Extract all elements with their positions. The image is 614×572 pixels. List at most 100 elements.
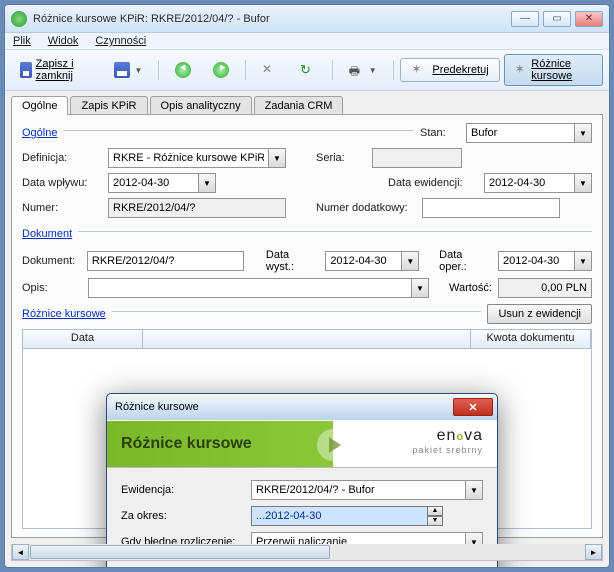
refresh-button[interactable] bbox=[291, 58, 325, 82]
save-close-button[interactable]: Zapisz i zamknij bbox=[11, 58, 101, 82]
group-ogolne: Ogólne bbox=[22, 127, 57, 139]
data-wplywu-field[interactable]: ▼ bbox=[108, 173, 216, 193]
label-dokument: Dokument: bbox=[22, 255, 81, 267]
dialog-ewidencja-input[interactable] bbox=[251, 480, 465, 500]
tools-button[interactable] bbox=[253, 58, 287, 82]
label-data-ewidencji: Data ewidencji: bbox=[388, 177, 478, 189]
numer-input bbox=[108, 198, 286, 218]
usun-z-ewidencji-button[interactable]: Usun z ewidencji bbox=[487, 304, 592, 324]
stan-dropdown-button[interactable]: ▼ bbox=[574, 123, 592, 143]
label-wartosc: Wartość: bbox=[449, 282, 492, 294]
play-icon bbox=[317, 429, 349, 461]
label-stan: Stan: bbox=[420, 127, 460, 139]
dialog-za-okres-input[interactable] bbox=[251, 506, 427, 526]
definicja-field[interactable]: ▼ bbox=[108, 148, 286, 168]
tab-opis-analityczny[interactable]: Opis analityczny bbox=[150, 96, 252, 115]
data-ewidencji-field[interactable]: ▼ bbox=[484, 173, 592, 193]
data-wyst-input[interactable] bbox=[325, 251, 401, 271]
tab-ogolne[interactable]: Ogólne bbox=[11, 96, 68, 115]
gear-icon-2 bbox=[515, 62, 527, 78]
seria-input bbox=[372, 148, 462, 168]
label-opis: Opis: bbox=[22, 282, 82, 294]
predekretuj-label: Predekretuj bbox=[432, 64, 488, 76]
wartosc-input bbox=[498, 278, 592, 298]
label-data-wplywu: Data wpływu: bbox=[22, 177, 102, 189]
menu-file[interactable]: Plik bbox=[13, 35, 31, 47]
print-icon bbox=[349, 62, 365, 78]
dialog-label-za-okres: Za okres: bbox=[121, 510, 251, 522]
label-seria: Seria: bbox=[316, 152, 366, 164]
titlebar: Różnice kursowe KPiR: RKRE/2012/04/? - B… bbox=[5, 5, 609, 33]
scroll-thumb[interactable] bbox=[30, 545, 330, 559]
roznice-label: Różnice kursowe bbox=[531, 58, 592, 82]
roznice-kursowe-button[interactable]: Różnice kursowe bbox=[504, 54, 603, 86]
col-kwota[interactable]: Kwota dokumentu bbox=[471, 330, 591, 348]
dialog-ewidencja-dropdown-button[interactable]: ▼ bbox=[465, 480, 483, 500]
brand-sub: pakiet srebrny bbox=[412, 445, 483, 455]
back-button[interactable] bbox=[166, 58, 200, 82]
maximize-button[interactable]: ▭ bbox=[543, 11, 571, 27]
definicja-input[interactable] bbox=[108, 148, 268, 168]
tab-panel-ogolne: Ogólne Stan: ▼ Definicja: ▼ Seria: Data … bbox=[11, 114, 603, 538]
opis-dropdown-button[interactable]: ▼ bbox=[411, 278, 429, 298]
forward-button[interactable] bbox=[204, 58, 238, 82]
data-ewidencji-dropdown-button[interactable]: ▼ bbox=[574, 173, 592, 193]
app-icon bbox=[11, 11, 27, 27]
data-wyst-field[interactable]: ▼ bbox=[325, 251, 419, 271]
dokument-input[interactable] bbox=[87, 251, 244, 271]
print-button[interactable]: ▼ bbox=[340, 58, 386, 82]
dialog-ewidencja-field[interactable]: ▼ bbox=[251, 480, 483, 500]
tab-zadania-crm[interactable]: Zadania CRM bbox=[254, 96, 344, 115]
stan-input[interactable] bbox=[466, 123, 574, 143]
stan-field[interactable]: ▼ bbox=[466, 123, 592, 143]
dialog-banner: Różnice kursowe enova pakiet srebrny bbox=[107, 420, 497, 468]
menu-actions[interactable]: Czynności bbox=[95, 35, 146, 47]
dialog-titlebar: Różnice kursowe ✕ bbox=[107, 394, 497, 420]
group-dokument: Dokument bbox=[22, 228, 72, 240]
minimize-button[interactable]: — bbox=[511, 11, 539, 27]
label-data-wyst: Data wyst.: bbox=[266, 249, 319, 273]
data-oper-input[interactable] bbox=[498, 251, 574, 271]
save-button[interactable]: ▼ bbox=[105, 58, 151, 82]
col-data[interactable]: Data bbox=[23, 330, 143, 348]
label-data-oper: Data oper.: bbox=[439, 249, 492, 273]
numer-dodatkowy-input[interactable] bbox=[422, 198, 560, 218]
data-wplywu-dropdown-button[interactable]: ▼ bbox=[198, 173, 216, 193]
opis-input[interactable] bbox=[88, 278, 411, 298]
scroll-left-button[interactable]: ◄ bbox=[12, 544, 29, 560]
data-wplywu-input[interactable] bbox=[108, 173, 198, 193]
toolbar: Zapisz i zamknij ▼ ▼ Predekretuj Różnice… bbox=[5, 50, 609, 91]
brand-logo: enova pakiet srebrny bbox=[412, 427, 483, 455]
label-numer-dodatkowy: Numer dodatkowy: bbox=[316, 202, 416, 214]
data-wyst-dropdown-button[interactable]: ▼ bbox=[401, 251, 419, 271]
label-definicja: Definicja: bbox=[22, 152, 102, 164]
menu-view[interactable]: Widok bbox=[48, 35, 79, 47]
label-numer: Numer: bbox=[22, 202, 102, 214]
definicja-dropdown-button[interactable]: ▼ bbox=[268, 148, 286, 168]
data-oper-dropdown-button[interactable]: ▼ bbox=[574, 251, 592, 271]
data-ewidencji-input[interactable] bbox=[484, 173, 574, 193]
spin-down-button[interactable]: ▼ bbox=[427, 516, 443, 526]
window-title: Różnice kursowe KPiR: RKRE/2012/04/? - B… bbox=[33, 13, 511, 25]
opis-field[interactable]: ▼ bbox=[88, 278, 429, 298]
banner-title: Różnice kursowe bbox=[121, 435, 252, 453]
close-button[interactable]: ✕ bbox=[575, 11, 603, 27]
spin-up-button[interactable]: ▲ bbox=[427, 506, 443, 516]
dialog-close-button[interactable]: ✕ bbox=[453, 398, 493, 416]
dialog-label-ewidencja: Ewidencja: bbox=[121, 484, 251, 496]
horizontal-scrollbar[interactable]: ◄ ► bbox=[11, 544, 603, 561]
table-header: Data Kwota dokumentu bbox=[22, 329, 592, 349]
roznice-kursowe-dialog: Różnice kursowe ✕ Różnice kursowe enova … bbox=[106, 393, 498, 568]
refresh-icon bbox=[300, 62, 316, 78]
dialog-za-okres-field[interactable]: ▲ ▼ bbox=[251, 506, 443, 526]
main-window: Różnice kursowe KPiR: RKRE/2012/04/? - B… bbox=[4, 4, 610, 568]
save-icon bbox=[20, 62, 32, 78]
predekretuj-button[interactable]: Predekretuj bbox=[400, 58, 499, 82]
tab-zapis-kpir[interactable]: Zapis KPiR bbox=[70, 96, 147, 115]
save-close-label: Zapisz i zamknij bbox=[36, 58, 93, 82]
scroll-right-button[interactable]: ► bbox=[585, 544, 602, 560]
arrow-right-icon bbox=[213, 62, 229, 78]
data-oper-field[interactable]: ▼ bbox=[498, 251, 592, 271]
dialog-title: Różnice kursowe bbox=[115, 401, 453, 413]
menubar: Plik Widok Czynności bbox=[5, 33, 609, 50]
